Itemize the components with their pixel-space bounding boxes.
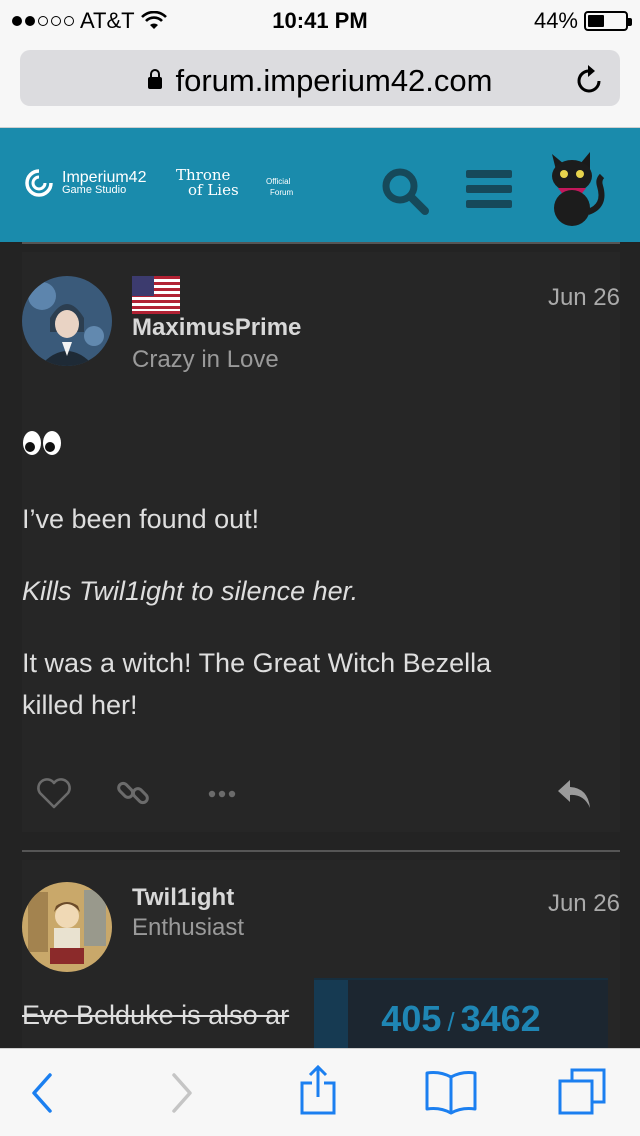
back-icon[interactable]	[28, 1071, 58, 1115]
brand-subtitle: Game Studio	[62, 183, 127, 196]
battery-percentage: 44%	[533, 8, 578, 33]
post-divider	[22, 850, 620, 852]
battery-level	[588, 15, 604, 27]
post-date[interactable]: Jun 26	[548, 890, 620, 918]
post-divider	[22, 242, 620, 244]
post-paragraph: It was a witch! The Great Witch Bezella	[22, 648, 492, 678]
forum-header: Imperium42 Game Studio Throne of Lies Of…	[0, 128, 640, 242]
brand-name: Imperium42	[62, 168, 147, 186]
user-title: Enthusiast	[132, 914, 245, 941]
battery-info: 44%	[533, 8, 632, 34]
like-heart-icon[interactable]	[36, 776, 72, 810]
url-text: forum.imperium42.com	[175, 63, 493, 98]
official-forum-label: Official Forum	[266, 177, 294, 197]
username[interactable]: Twil1ight	[132, 884, 234, 912]
browser-toolbar	[0, 1048, 640, 1136]
eyes-emoji-icon	[22, 430, 62, 461]
lock-icon	[147, 69, 162, 89]
progress-current: 405	[381, 998, 442, 1039]
imperium42-logo[interactable]: Imperium42 Game Studio	[22, 168, 146, 198]
username[interactable]: MaximusPrime	[132, 314, 301, 342]
status-bar: AT&T 10:41 PM 44%	[0, 0, 640, 42]
address-bar[interactable]: forum.imperium42.com	[20, 50, 620, 106]
more-options-icon[interactable]	[208, 790, 236, 798]
tabs-icon[interactable]	[556, 1067, 608, 1117]
imperium42-swirl-icon	[25, 169, 53, 197]
post-paragraph: Kills Twil1ight to silence her.	[22, 576, 359, 606]
forward-icon[interactable]	[166, 1071, 196, 1115]
share-link-icon[interactable]	[116, 776, 150, 810]
battery-icon	[584, 11, 632, 31]
avatar[interactable]	[22, 882, 112, 972]
post-paragraph: I’ve been found out!	[22, 504, 260, 534]
post-date[interactable]: Jun 26	[548, 284, 620, 312]
throne-of-lies-logo[interactable]: Throne of Lies	[176, 168, 239, 198]
user-title: Crazy in Love	[132, 346, 279, 373]
reload-icon[interactable]	[576, 64, 604, 94]
progress-total: 3462	[460, 998, 541, 1039]
hamburger-menu-icon[interactable]	[466, 170, 512, 215]
post-paragraph: killed her!	[22, 690, 138, 720]
browser-url-area: forum.imperium42.com	[0, 42, 640, 128]
share-icon[interactable]	[298, 1065, 338, 1117]
reply-icon[interactable]	[556, 778, 594, 810]
avatar[interactable]	[22, 276, 112, 366]
search-icon[interactable]	[380, 166, 430, 216]
us-flag-icon	[132, 276, 180, 314]
progress-separator: /	[447, 1007, 455, 1037]
bookmarks-icon[interactable]	[424, 1069, 478, 1115]
post-card: MaximusPrime Crazy in Love Jun 26 I’ve b…	[22, 252, 620, 832]
user-avatar-cat[interactable]	[540, 150, 610, 228]
topic-progress[interactable]: 405/3462	[314, 978, 608, 1052]
post-paragraph: Eve Belduke is also ar	[22, 1000, 290, 1030]
